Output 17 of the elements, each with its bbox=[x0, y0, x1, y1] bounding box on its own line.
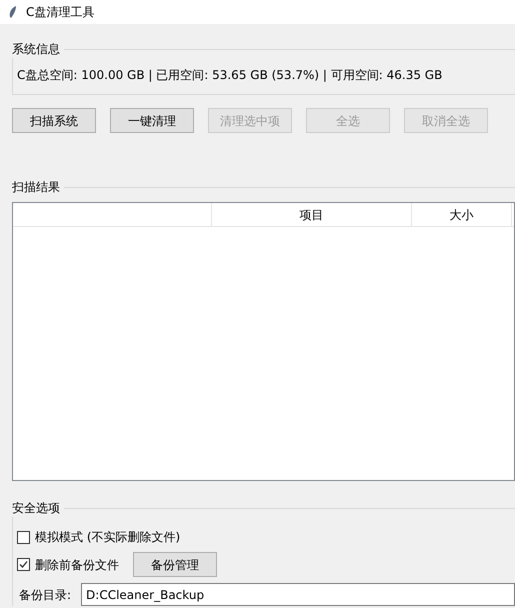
window-title: C盘清理工具 bbox=[26, 4, 94, 21]
group-title: 系统信息 bbox=[12, 41, 60, 58]
backup-dir-label: 备份目录: bbox=[19, 586, 72, 604]
feather-icon bbox=[8, 5, 18, 19]
checkbox[interactable] bbox=[17, 558, 30, 571]
column-header[interactable]: 大小 bbox=[412, 203, 512, 226]
column-header[interactable]: 项目 bbox=[212, 203, 412, 226]
action-button[interactable]: 一键清理 bbox=[110, 108, 194, 133]
group-title: 安全选项 bbox=[12, 500, 60, 517]
group-title: 扫描结果 bbox=[12, 179, 60, 196]
checkbox[interactable] bbox=[17, 530, 30, 544]
checkbox-label: 模拟模式 (不实际删除文件) bbox=[35, 529, 180, 546]
disk-summary: C盘总空间: 100.00 GB | 已用空间: 53.65 GB (53.7%) | 可用空间: 46.35 GB bbox=[17, 68, 442, 82]
checkbox-label: 删除前备份文件 bbox=[35, 556, 119, 574]
action-button[interactable]: 扫描系统 bbox=[12, 108, 96, 133]
backup-dir-field[interactable]: D:CCleaner_Backup bbox=[81, 583, 515, 606]
backup-button[interactable]: 备份管理 bbox=[133, 552, 217, 577]
